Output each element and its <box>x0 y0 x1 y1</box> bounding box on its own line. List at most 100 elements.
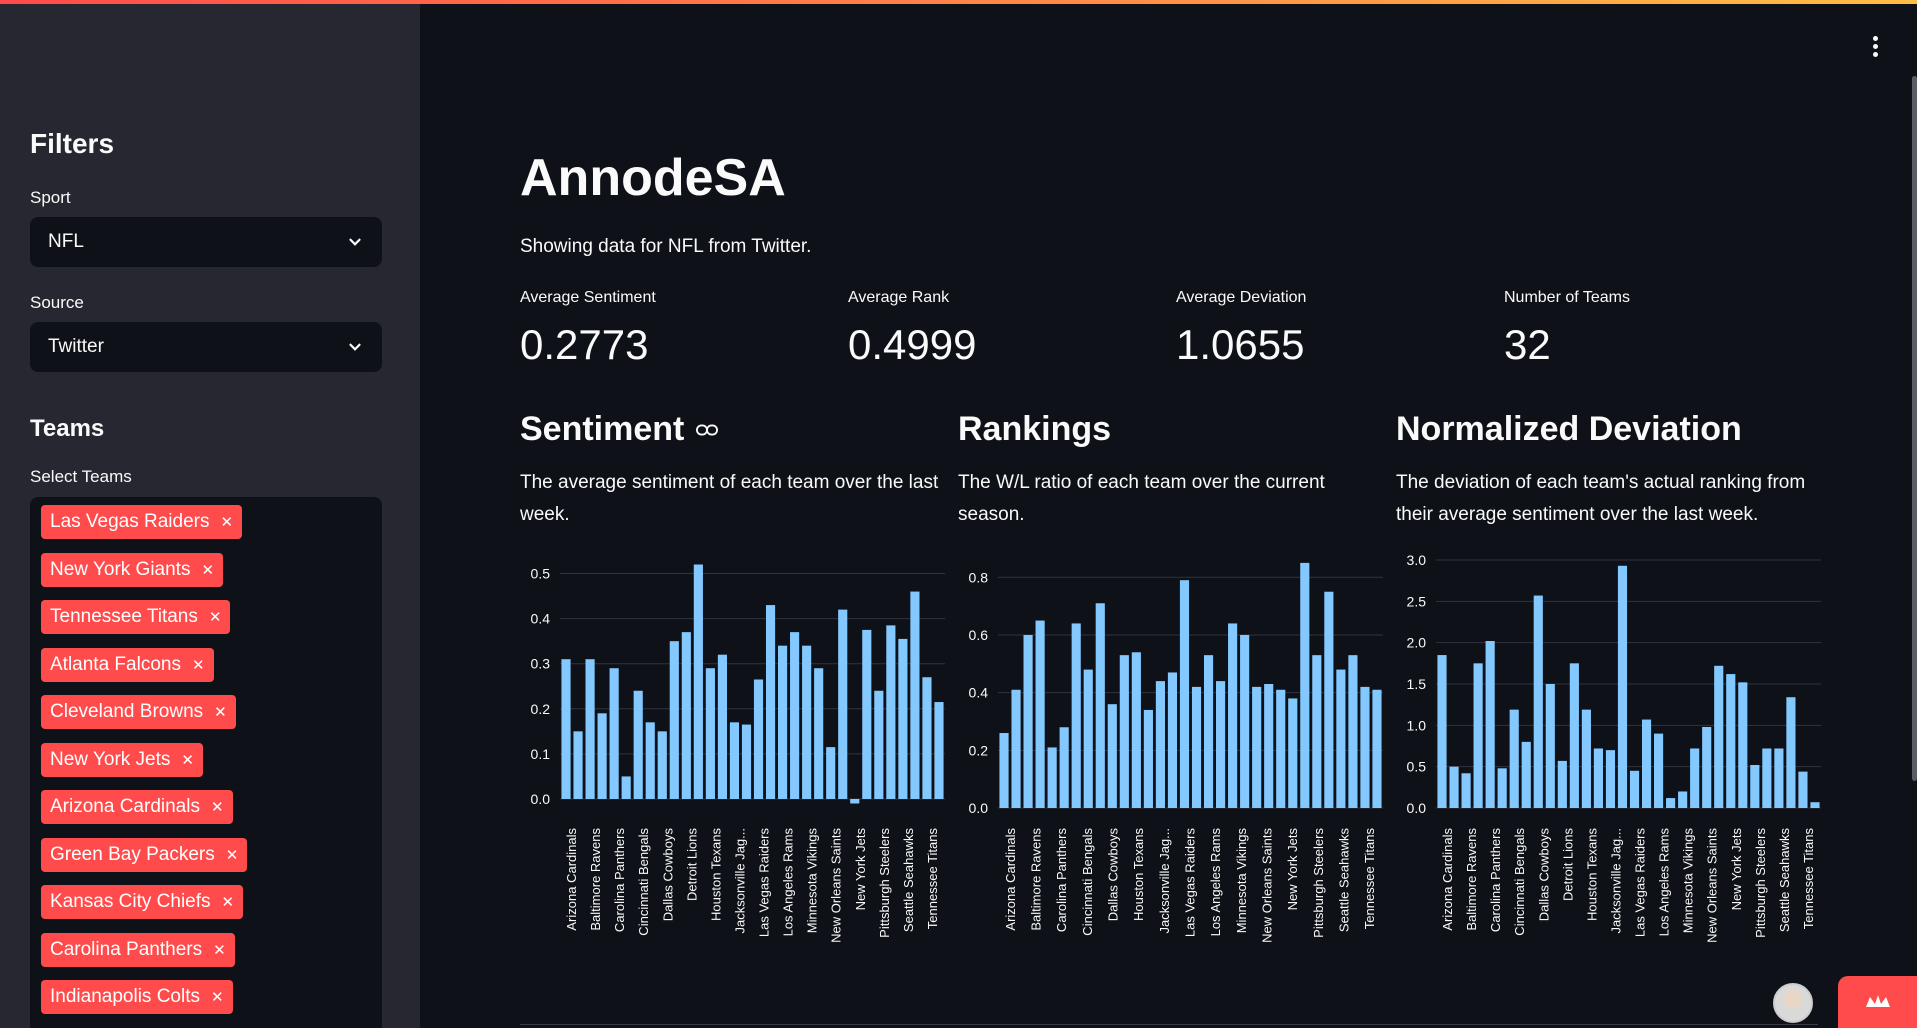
metric-average-rank: Average Rank 0.4999 <box>848 289 1148 369</box>
x-tick-label: Dallas Cowboys <box>660 828 675 922</box>
source-select[interactable]: Twitter <box>30 322 382 372</box>
bar <box>886 625 896 799</box>
x-tick-label: New York Jets <box>853 828 868 911</box>
teams-multiselect[interactable]: Las Vegas Raiders ✕ New York Giants ✕ Tennes… <box>30 497 382 1028</box>
x-tick-label: Jacksonville Jag... <box>732 828 747 934</box>
bar <box>1774 748 1784 808</box>
page-title: AnnodeSA <box>520 149 786 207</box>
bar <box>1095 603 1105 808</box>
remove-tag-icon[interactable]: ✕ <box>221 513 234 531</box>
y-tick-label: 2.5 <box>1407 593 1427 609</box>
team-tag[interactable]: Kansas City Chiefs ✕ <box>41 885 244 919</box>
bar <box>585 659 595 799</box>
sentiment-chart[interactable]: 0.0 0.1 0.2 0.3 0.4 0.5 Arizona Cardinals Balti… <box>520 548 950 978</box>
team-tag[interactable]: New York Giants ✕ <box>41 552 224 587</box>
chevron-down-icon <box>349 238 361 246</box>
section-heading: Sentiment <box>520 410 940 449</box>
streamlit-badge-button[interactable] <box>1838 976 1917 1028</box>
metric-label: Average Rank <box>848 289 950 306</box>
team-tag-label: Cleveland Browns <box>50 701 204 722</box>
team-tag[interactable]: Green Bay Packers ✕ <box>41 837 248 872</box>
y-tick-label: 0.0 <box>531 791 551 807</box>
crown-icon <box>1865 995 1890 1007</box>
bar <box>1288 698 1298 808</box>
sentiment-section: Sentiment The average sentiment of each … <box>520 410 940 531</box>
remove-tag-icon[interactable]: ✕ <box>213 941 226 959</box>
x-tick-label: Las Vegas Raiders <box>1633 828 1648 938</box>
bar <box>1437 655 1447 808</box>
metric-value: 1.0655 <box>1176 321 1305 368</box>
sport-select-value: NFL <box>48 231 84 252</box>
source-select-value: Twitter <box>48 336 104 357</box>
x-tick-label: Cincinnati Bengals <box>1080 828 1095 936</box>
rankings-chart[interactable]: 0.0 0.2 0.4 0.6 0.8 Arizona Cardinals Baltimor… <box>958 548 1388 978</box>
bar <box>1473 663 1483 808</box>
bar <box>1461 773 1471 808</box>
bar <box>765 605 776 799</box>
team-tag[interactable]: Carolina Panthers ✕ <box>41 932 235 967</box>
x-tick-label: Carolina Panthers <box>1488 828 1503 933</box>
bar <box>1312 655 1322 808</box>
team-tag[interactable]: Indianapolis Colts ✕ <box>41 980 233 1014</box>
bar <box>1678 791 1688 808</box>
y-tick-label: 1.0 <box>1407 717 1427 733</box>
x-tick-label: New Orleans Saints <box>829 828 844 943</box>
x-tick-label: Seattle Seahawks <box>1777 828 1792 933</box>
remove-tag-icon[interactable]: ✕ <box>181 751 194 769</box>
x-tick-label: Baltimore Ravens <box>1029 828 1044 931</box>
bar <box>1509 709 1519 808</box>
team-tag-label: Las Vegas Raiders <box>50 511 210 532</box>
user-avatar[interactable] <box>1773 983 1813 1023</box>
remove-tag-icon[interactable]: ✕ <box>211 988 224 1006</box>
x-tick-label: Baltimore Ravens <box>1464 828 1479 931</box>
team-tag[interactable]: Las Vegas Raiders ✕ <box>41 505 243 539</box>
team-tag[interactable]: Cleveland Browns ✕ <box>41 695 236 729</box>
remove-tag-icon[interactable]: ✕ <box>201 561 214 579</box>
link-icon[interactable] <box>696 423 719 437</box>
bar <box>898 638 908 799</box>
x-tick-label: Minnesota Vikings <box>805 828 820 934</box>
remove-tag-icon[interactable]: ✕ <box>211 798 224 816</box>
bar <box>1119 655 1129 808</box>
deviation-heading: Normalized Deviation <box>1396 410 1742 448</box>
deviation-description: The deviation of each team's actual rank… <box>1396 472 1806 525</box>
y-tick-label: 0.0 <box>1407 800 1427 816</box>
x-tick-label: Houston Texans <box>708 828 723 921</box>
remove-tag-icon[interactable]: ✕ <box>209 608 222 626</box>
x-tick-label: Minnesota Vikings <box>1234 828 1249 934</box>
x-tick-label: Los Angeles Rams <box>781 828 796 937</box>
sport-label: Sport <box>30 188 71 207</box>
bar <box>910 591 920 799</box>
sport-select[interactable]: NFL <box>30 217 382 267</box>
metric-value: 0.4999 <box>848 321 977 368</box>
bar <box>1449 766 1459 808</box>
metric-average-sentiment: Average Sentiment 0.2773 <box>520 289 820 369</box>
team-tag[interactable]: Atlanta Falcons ✕ <box>41 647 214 682</box>
main-menu-button[interactable] <box>1873 36 1879 58</box>
bar <box>1191 686 1202 808</box>
scrollbar[interactable] <box>1912 76 1917 781</box>
team-tag-label: Tennessee Titans <box>50 606 198 627</box>
remove-tag-icon[interactable]: ✕ <box>214 703 227 721</box>
x-tick-label: Las Vegas Raiders <box>1183 828 1198 938</box>
bar <box>1179 580 1190 808</box>
y-tick-label: 1.5 <box>1407 676 1427 692</box>
remove-tag-icon[interactable]: ✕ <box>222 893 235 911</box>
team-tag[interactable]: New York Jets ✕ <box>41 742 203 777</box>
team-tag[interactable]: Tennessee Titans ✕ <box>41 600 231 634</box>
bar <box>1216 681 1226 808</box>
bar <box>717 654 727 799</box>
bar <box>814 668 824 799</box>
x-tick-label: Carolina Panthers <box>1054 828 1069 933</box>
filters-heading: Filters <box>30 128 115 159</box>
remove-tag-icon[interactable]: ✕ <box>192 656 205 674</box>
bar <box>862 629 872 799</box>
team-tag[interactable]: Arizona Cardinals ✕ <box>41 790 233 824</box>
bar <box>693 564 703 799</box>
bar <box>1300 562 1310 808</box>
remove-tag-icon[interactable]: ✕ <box>226 846 239 864</box>
metric-value: 0.2773 <box>520 321 649 368</box>
bar <box>657 731 667 799</box>
deviation-chart[interactable]: 0.0 0.5 1.0 1.5 2.0 2.5 3.0 Arizona Cardinals Ba… <box>1396 548 1826 978</box>
sentiment-heading: Sentiment <box>520 410 685 448</box>
